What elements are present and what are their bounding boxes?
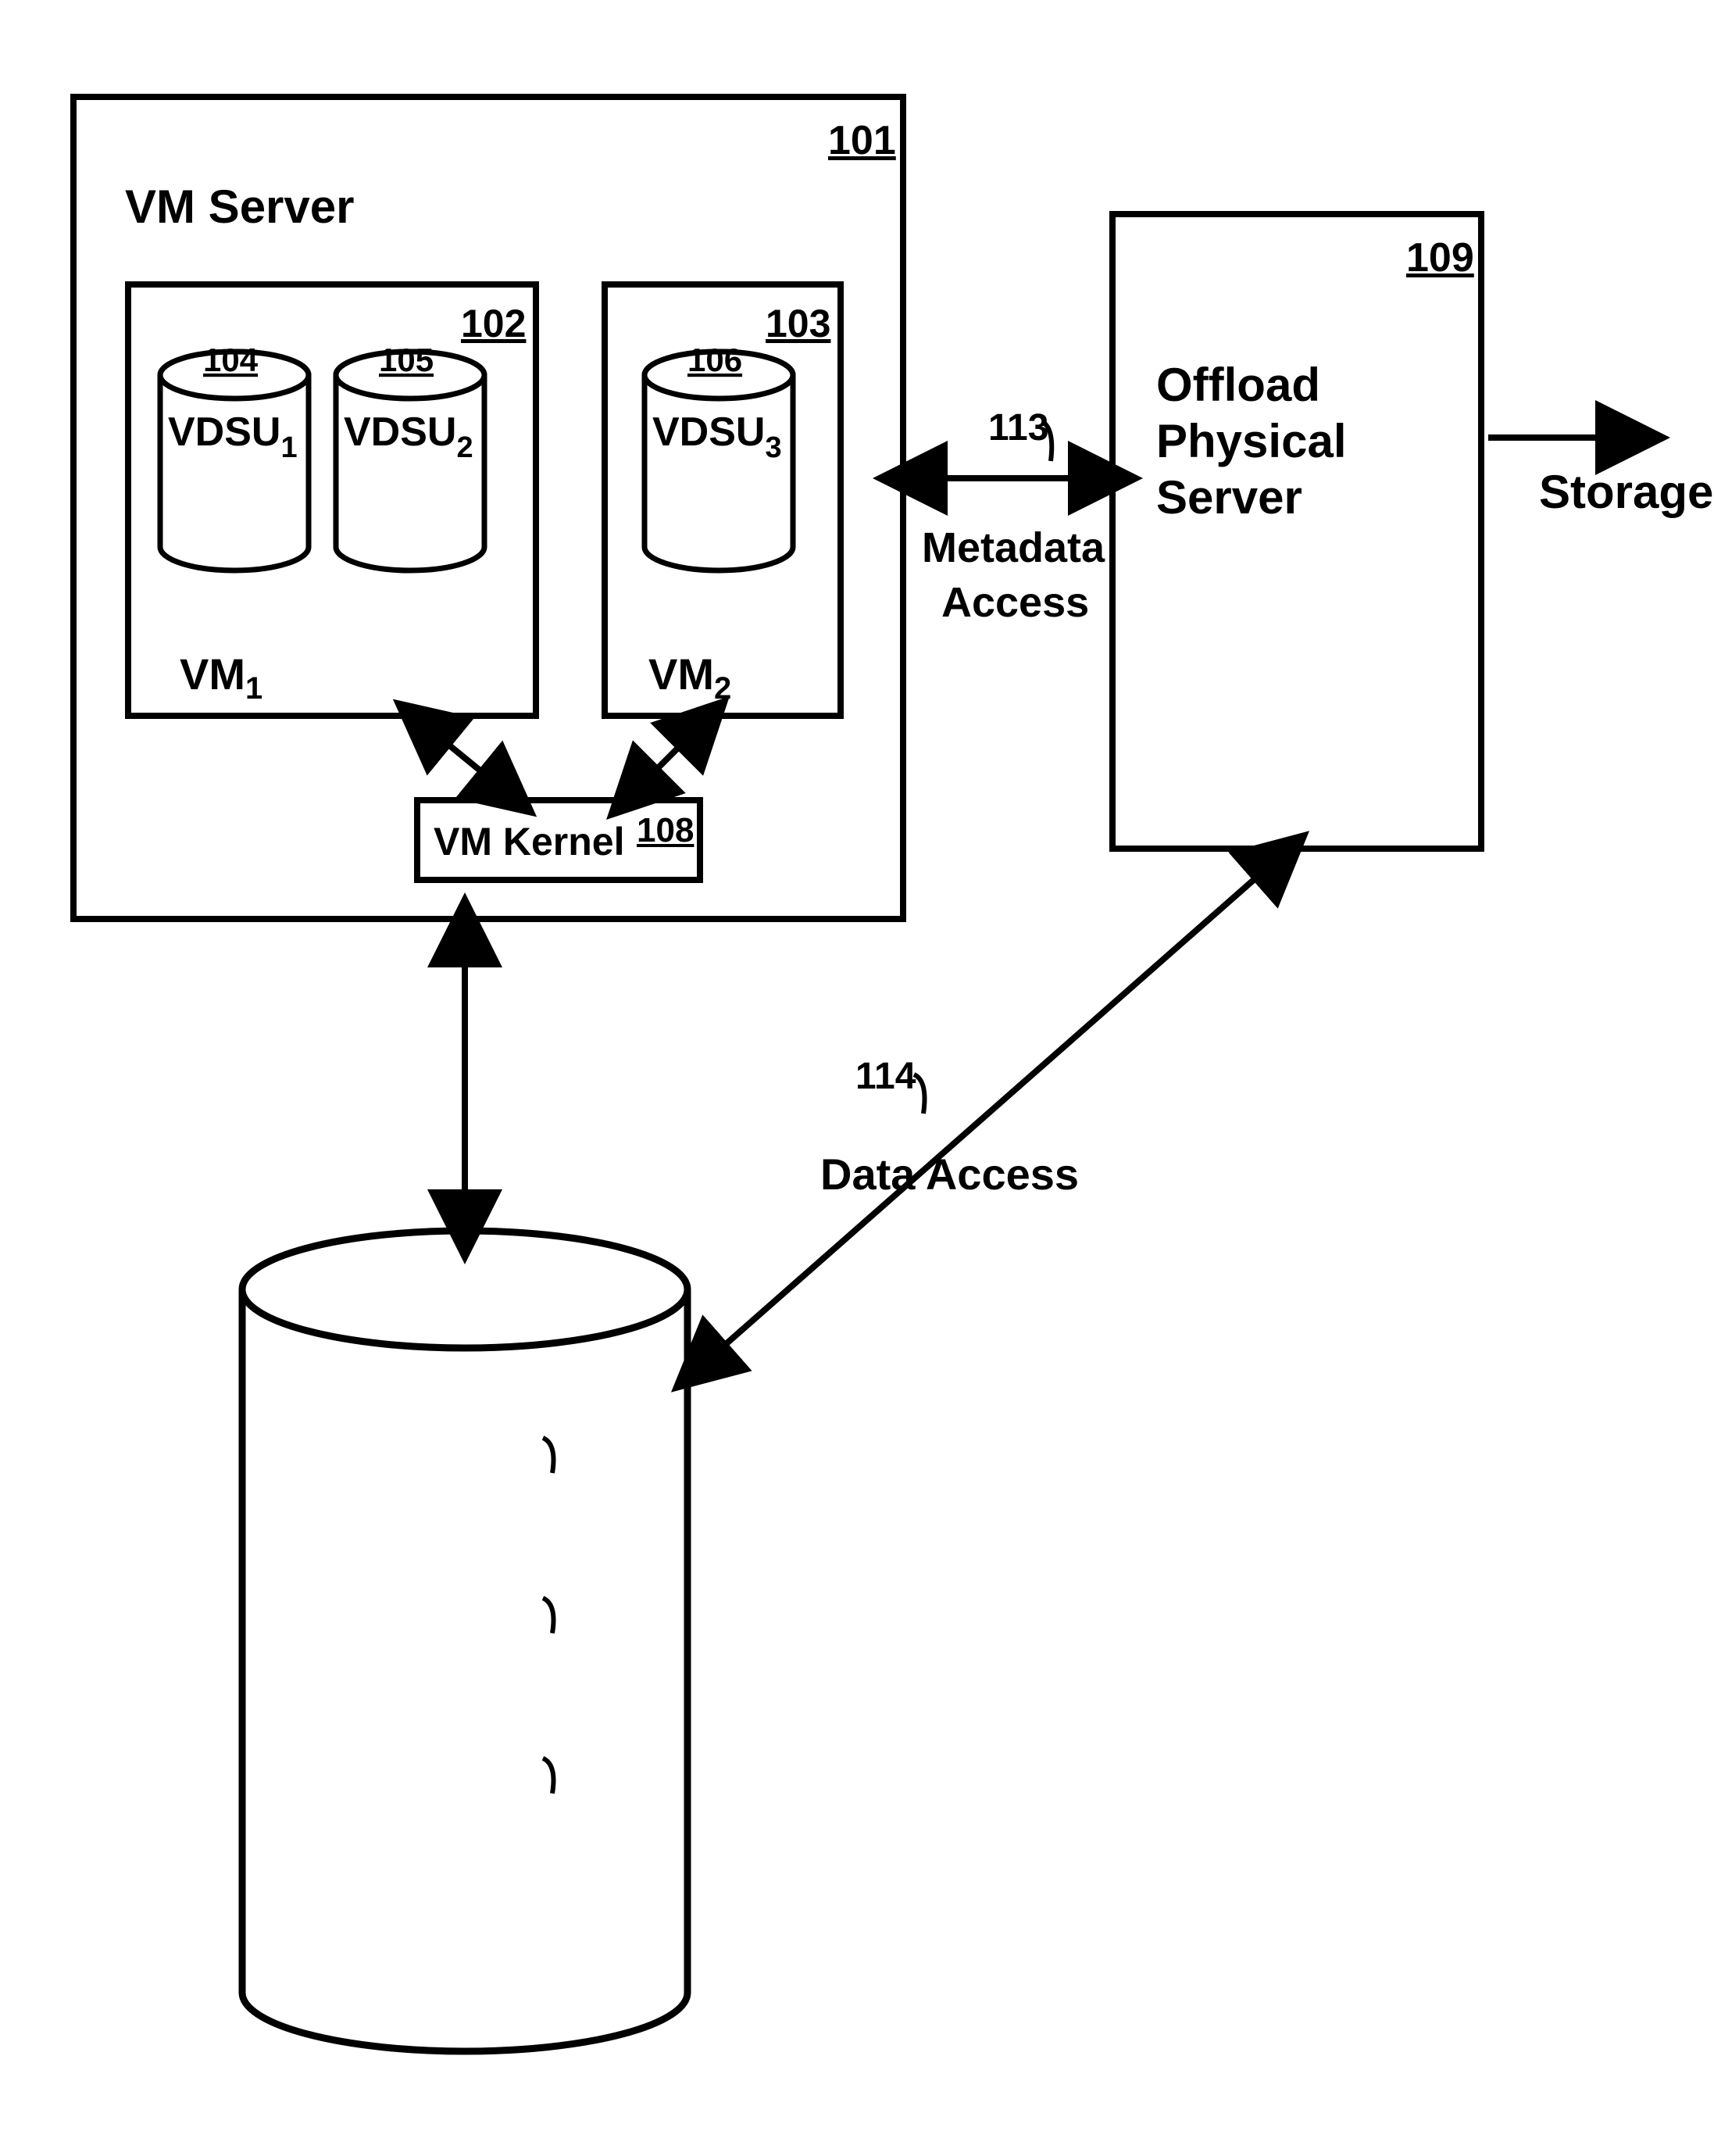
redo-log-2-label: redo log <box>336 1657 496 1704</box>
redo-log-1-ref: 110 <box>480 1422 541 1465</box>
vm1-sub: 1 <box>245 671 262 706</box>
metadata-line1: Metadata <box>922 524 1105 572</box>
disk-file-ref: 112 <box>480 1743 541 1786</box>
metadata-line2: Access <box>941 578 1089 627</box>
redo-log-1-label: redo log <box>336 1496 496 1543</box>
vm-kernel-label: VM Kernel <box>434 819 625 864</box>
offload-ref: 109 <box>1406 234 1474 281</box>
vm-kernel-ref: 108 <box>637 811 694 850</box>
disk-file-line1: Disk <box>336 1813 422 1860</box>
vm2-label: VM2 <box>648 649 731 706</box>
offload-box <box>1109 211 1484 852</box>
vm2-label-text: VM <box>648 649 714 699</box>
disk-file-line2: File <box>336 1864 406 1911</box>
metadata-ref: 113 <box>988 406 1048 449</box>
data-access-label: Data Access <box>820 1149 1079 1200</box>
vm-server-title: VM Server <box>125 180 355 234</box>
vm-server-ref: 101 <box>828 117 896 164</box>
storage-label: Storage <box>1539 465 1713 519</box>
hook-111 <box>543 1598 554 1633</box>
data-access-ref: 114 <box>855 1055 916 1098</box>
offload-line2: Physical <box>1156 414 1347 468</box>
hook-112 <box>543 1758 554 1793</box>
vm1-ref: 102 <box>461 301 526 346</box>
offload-line1: Offload <box>1156 358 1320 412</box>
vm2-sub: 2 <box>714 671 731 706</box>
pdsu-ref: 107 <box>566 1332 631 1378</box>
redo-log-2-ref: 111 <box>480 1582 539 1625</box>
arrow-data-access <box>699 856 1281 1368</box>
vm1-label: VM1 <box>180 649 262 706</box>
diagram-canvas: 101 VM Server 102 VM1 103 VM2 VM Kernel … <box>0 0 1714 2156</box>
offload-line3: Server <box>1156 470 1302 524</box>
vm1-label-text: VM <box>180 649 245 699</box>
hook-110 <box>543 1438 554 1473</box>
vm2-ref: 103 <box>766 301 830 346</box>
pdsu-label: pDSU <box>316 1336 440 1389</box>
